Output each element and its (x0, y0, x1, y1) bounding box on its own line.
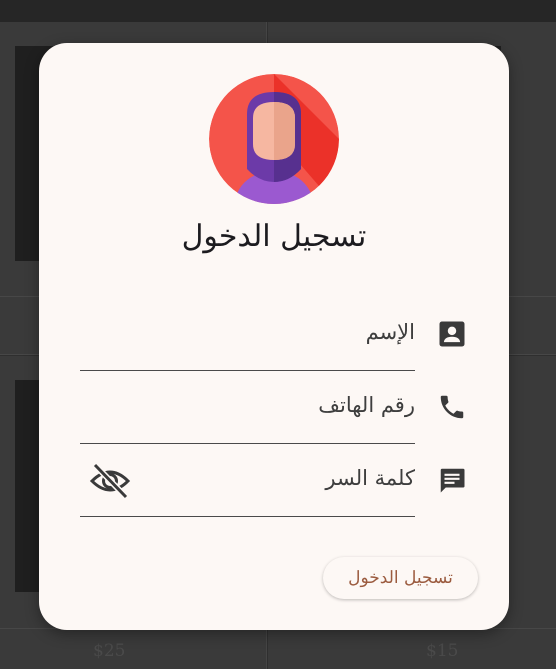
contact-card-icon (437, 319, 467, 349)
hijab-woman-avatar-icon (209, 74, 339, 204)
phone-icon (437, 392, 467, 422)
password-field-label: كلمة السر (325, 466, 415, 490)
dialog-title: تسجيل الدخول (181, 219, 367, 254)
message-icon (437, 465, 467, 495)
login-dialog: تسجيل الدخول الإسم رقم الهاتف كلمة السر (39, 43, 509, 630)
phone-field[interactable]: رقم الهاتف (80, 371, 415, 444)
name-field-label: الإسم (365, 320, 415, 344)
phone-field-label: رقم الهاتف (318, 393, 415, 417)
login-button[interactable]: تسجيل الدخول (323, 557, 478, 599)
eye-off-icon[interactable] (89, 461, 131, 501)
name-field[interactable]: الإسم (80, 298, 415, 371)
